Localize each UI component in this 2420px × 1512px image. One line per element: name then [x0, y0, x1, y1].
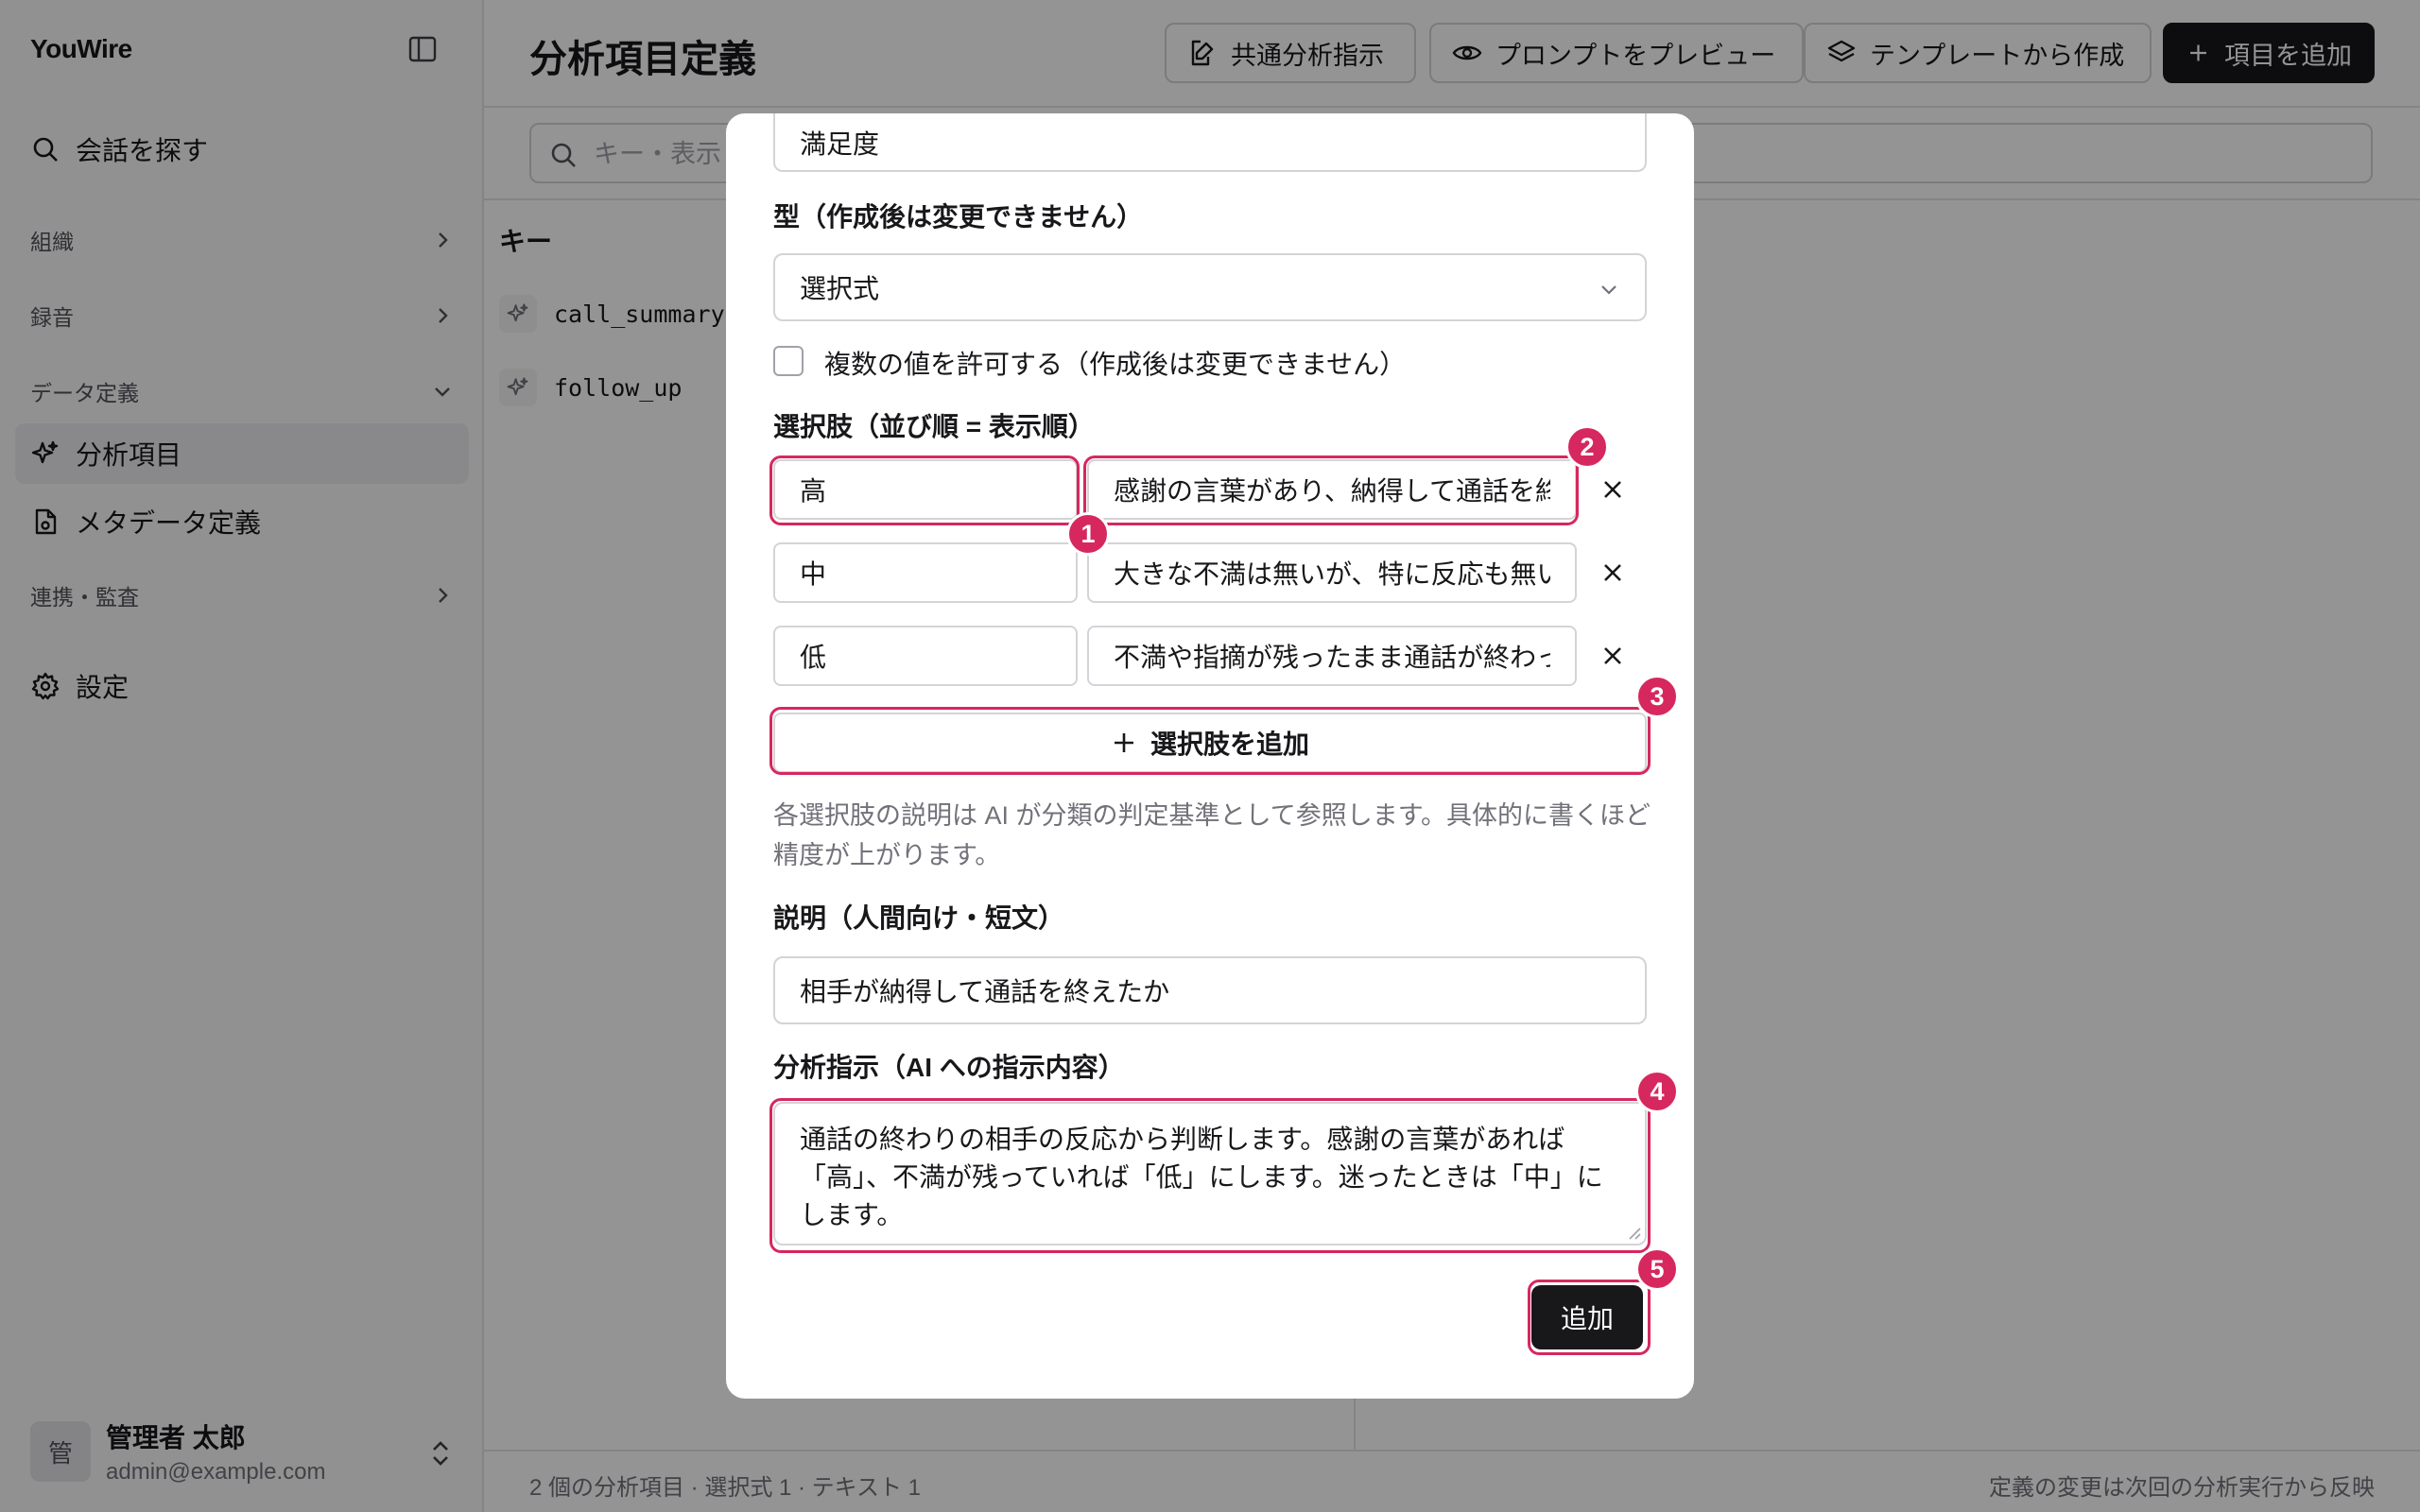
highlight-add-option [769, 707, 1651, 775]
description-field[interactable] [773, 956, 1647, 1024]
description-label: 説明（人間向け・短文） [773, 903, 1065, 933]
display-name-field[interactable] [773, 113, 1647, 172]
options-label: 選択肢（並び順 = 表示順） [773, 412, 1095, 441]
option-value: 中 [800, 559, 827, 589]
option-description: 不満や指摘が残ったまま通話が終わっ [1114, 643, 1550, 672]
type-label: 型（作成後は変更できません） [773, 202, 1144, 232]
highlight-instruction [769, 1098, 1651, 1253]
close-icon [1604, 647, 1621, 664]
option-value-field[interactable]: 低 [773, 626, 1078, 686]
close-icon [1604, 564, 1621, 581]
multi-value-label: 複数の値を許可する（作成後は変更できません） [824, 350, 1407, 379]
callout-badge-3: 3 [1635, 675, 1679, 718]
multi-value-checkbox[interactable] [773, 346, 804, 376]
callout-badge-1: 1 [1066, 512, 1110, 556]
type-select[interactable]: 選択式 [773, 253, 1647, 321]
description-input[interactable] [800, 975, 1645, 1005]
options-help-text: 各選択肢の説明は AI が分類の判定基準として参照します。具体的に書くほど精度が… [773, 801, 1651, 869]
option-description: 大きな不満は無いが、特に反応も無い [1114, 559, 1550, 589]
callout-badge-4: 4 [1635, 1070, 1679, 1113]
callout-badge-5: 5 [1635, 1247, 1679, 1291]
option-description-field[interactable]: 大きな不満は無いが、特に反応も無い [1087, 542, 1577, 603]
remove-option-button[interactable] [1594, 554, 1632, 592]
highlight-option-value [769, 455, 1080, 525]
instruction-label: 分析指示（AI への指示内容） [773, 1053, 1125, 1082]
option-description-field[interactable]: 不満や指摘が残ったまま通話が終わっ [1087, 626, 1577, 686]
chevron-down-icon [1601, 285, 1616, 295]
close-icon [1604, 481, 1621, 498]
option-value-field[interactable]: 中 [773, 542, 1078, 603]
callout-badge-2: 2 [1565, 425, 1609, 469]
remove-option-button[interactable] [1594, 637, 1632, 675]
option-value: 低 [800, 643, 827, 672]
highlight-option-description [1083, 455, 1579, 525]
highlight-submit [1528, 1280, 1651, 1355]
type-select-value: 選択式 [800, 274, 880, 303]
remove-option-button[interactable] [1594, 471, 1632, 508]
display-name-input[interactable] [800, 128, 1645, 158]
